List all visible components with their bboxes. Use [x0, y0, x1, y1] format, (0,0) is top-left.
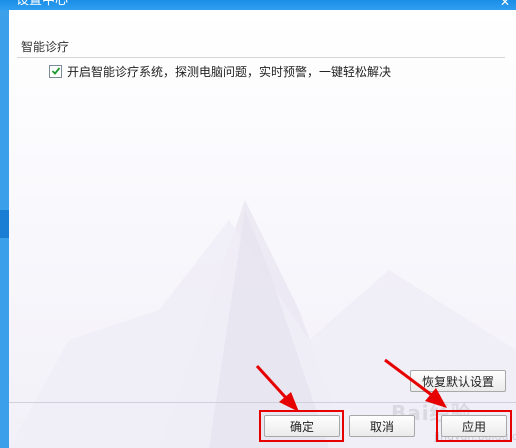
settings-panel: 智能诊疗 开启智能诊疗系统，探测电脑问题，实时预警，一键轻松解决 恢复默认设置 … [9, 10, 516, 448]
close-icon[interactable]: ✕ [500, 0, 510, 9]
apply-button[interactable]: 应用 [441, 415, 507, 437]
smart-diagnosis-option[interactable]: 开启智能诊疗系统，探测电脑问题，实时预警，一键轻松解决 [49, 62, 391, 80]
section-title: 智能诊疗 [21, 40, 70, 54]
restore-defaults-button[interactable]: 恢复默认设置 [410, 370, 506, 392]
smart-diagnosis-label: 开启智能诊疗系统，探测电脑问题，实时预警，一键轻松解决 [67, 64, 392, 79]
ok-button[interactable]: 确定 [264, 415, 340, 437]
left-nav-edge [0, 10, 9, 448]
smart-diagnosis-checkbox[interactable] [49, 64, 62, 78]
checkbox-check-icon [51, 67, 60, 75]
left-nav-selected-indicator [0, 210, 9, 238]
cancel-button[interactable]: 取消 [349, 415, 415, 437]
window-title: 设置中心 [16, 0, 69, 8]
title-bar: 设置中心 ✕ [0, 0, 516, 10]
section-divider [17, 57, 505, 58]
